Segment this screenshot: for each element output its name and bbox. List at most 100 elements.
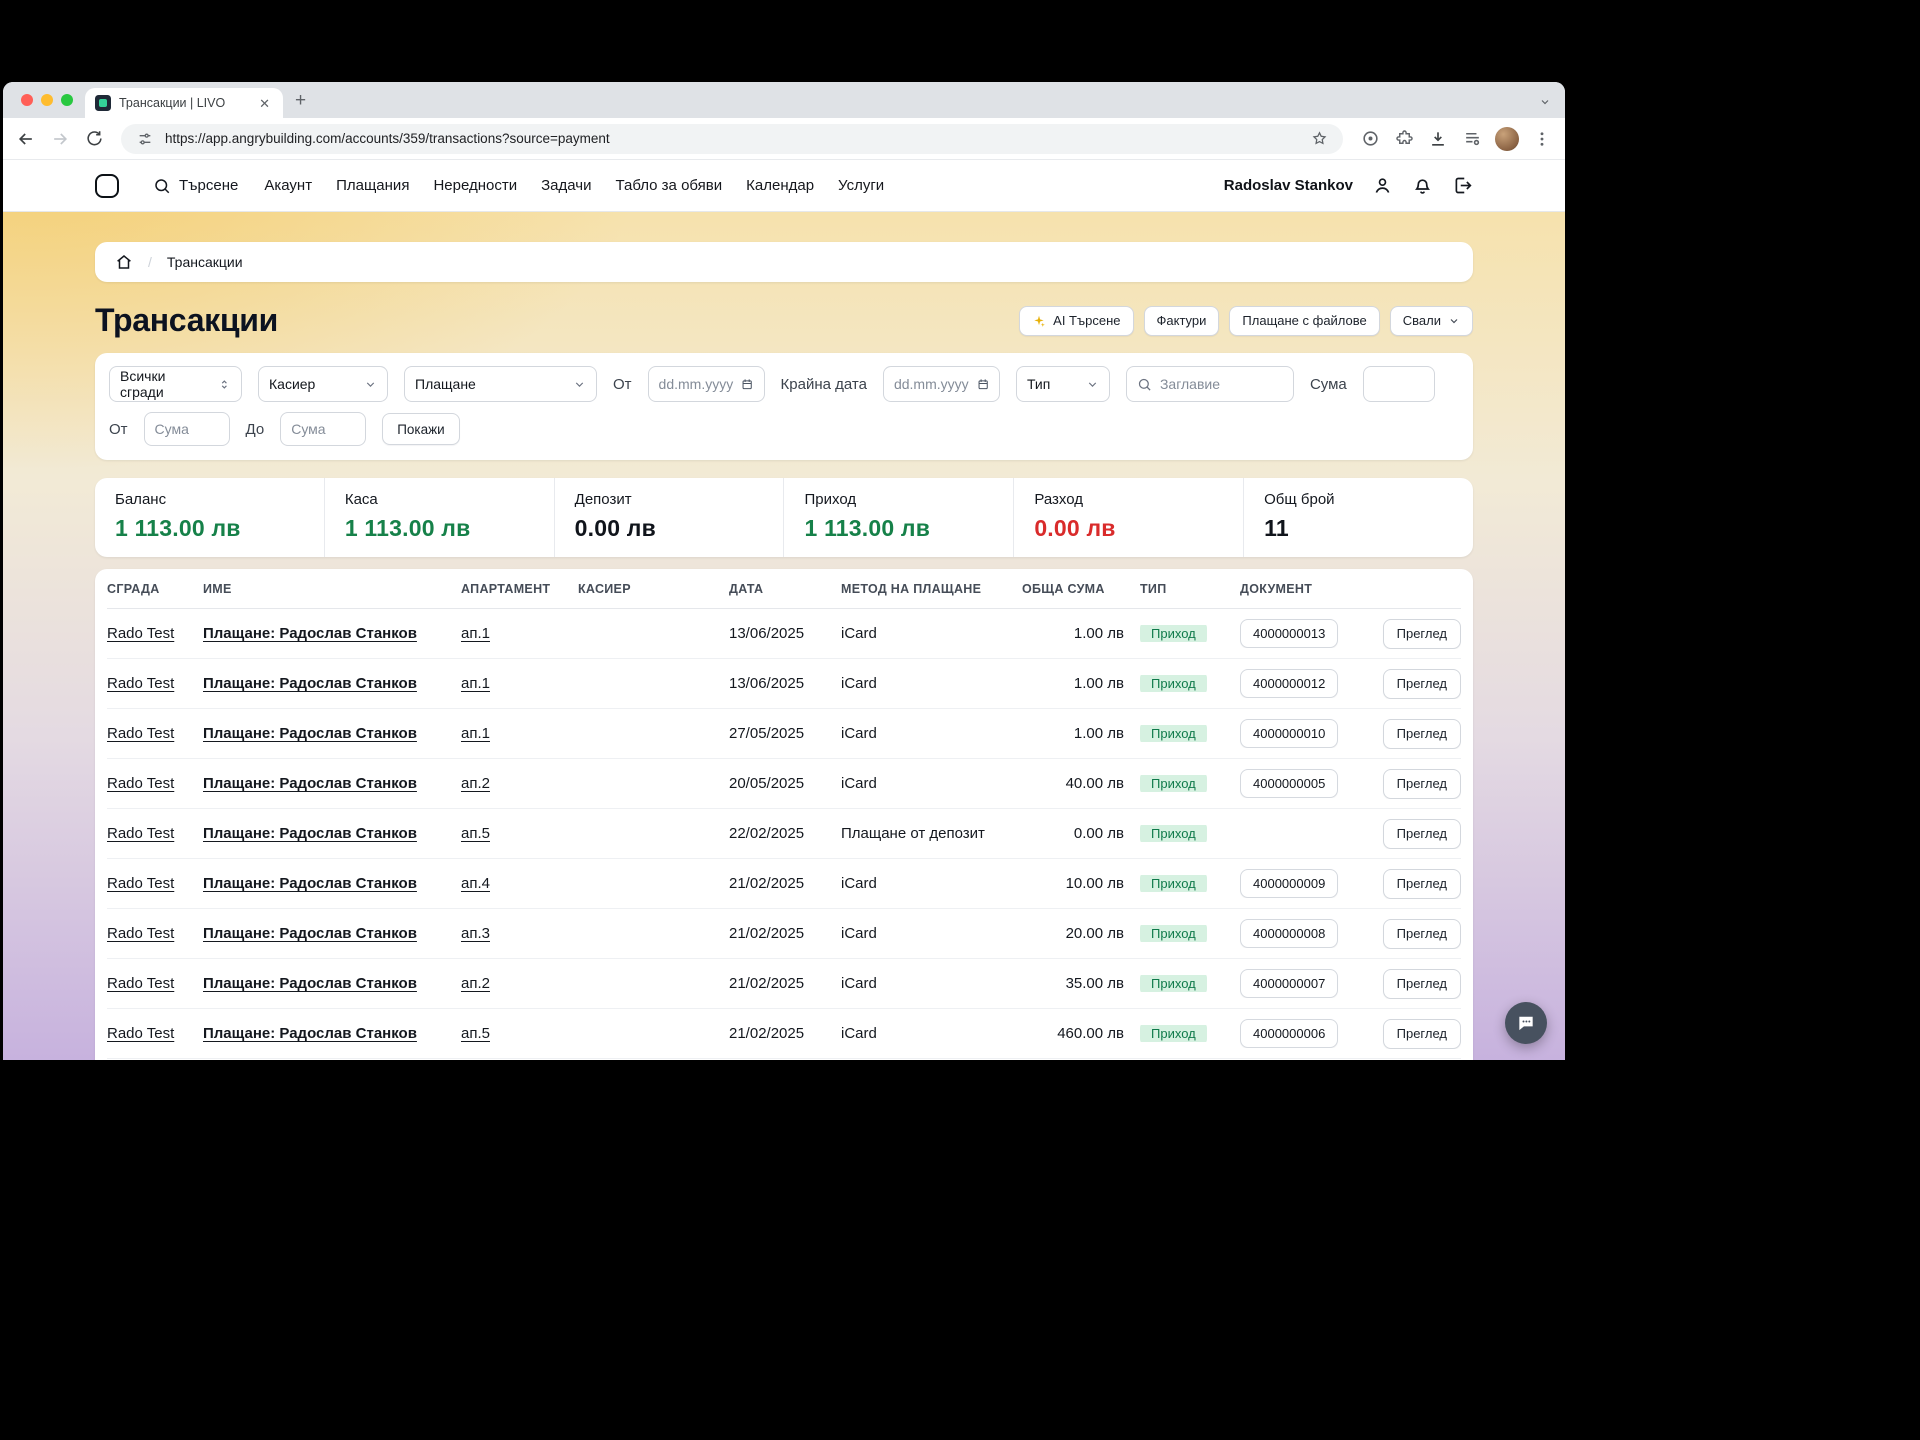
new-tab-button[interactable]: + xyxy=(295,91,306,110)
invoices-button[interactable]: Фактури xyxy=(1144,306,1220,336)
transaction-name-link[interactable]: Плащане: Радослав Станков xyxy=(203,675,417,692)
apartment-link[interactable]: ап.1 xyxy=(461,625,490,642)
tab-list-chevron-icon[interactable] xyxy=(1539,96,1551,108)
browser-menu-icon[interactable] xyxy=(1531,128,1553,150)
payment-filter-select[interactable]: Плащане xyxy=(404,366,597,402)
view-button[interactable]: Преглед xyxy=(1383,769,1461,799)
stat-cash: Каса 1 113.00 лв xyxy=(324,478,554,557)
transaction-name-link[interactable]: Плащане: Радослав Станков xyxy=(203,775,417,792)
ai-search-button[interactable]: AI Търсене xyxy=(1019,306,1133,336)
site-info-icon[interactable] xyxy=(134,128,156,150)
reload-icon[interactable] xyxy=(83,128,105,150)
pinned-extension-icon[interactable] xyxy=(1359,128,1381,150)
table-row: Rado Test Плащане: Радослав Станков ап.3… xyxy=(107,909,1461,959)
view-button[interactable]: Преглед xyxy=(1383,969,1461,999)
transaction-name-link[interactable]: Плащане: Радослав Станков xyxy=(203,725,417,742)
payment-files-button[interactable]: Плащане с файлове xyxy=(1229,306,1379,336)
profile-avatar[interactable] xyxy=(1495,127,1519,151)
nav-item-notice-board[interactable]: Табло за обяви xyxy=(616,177,723,194)
building-link[interactable]: Rado Test xyxy=(107,625,174,642)
forward-icon[interactable] xyxy=(49,128,71,150)
home-icon[interactable] xyxy=(115,253,133,271)
apartment-link[interactable]: ап.2 xyxy=(461,975,490,992)
nav-item-irregularities[interactable]: Нередности xyxy=(433,177,517,194)
download-button[interactable]: Свали xyxy=(1390,306,1473,336)
nav-item-services[interactable]: Услуги xyxy=(838,177,884,194)
building-link[interactable]: Rado Test xyxy=(107,675,174,692)
apartment-link[interactable]: ап.4 xyxy=(461,875,490,892)
building-link[interactable]: Rado Test xyxy=(107,825,174,842)
user-profile-icon[interactable] xyxy=(1372,175,1393,196)
type-badge: Приход xyxy=(1140,675,1207,692)
notifications-bell-icon[interactable] xyxy=(1412,175,1433,196)
downloads-icon[interactable] xyxy=(1427,128,1449,150)
tab-close-icon[interactable]: ✕ xyxy=(256,95,273,112)
bookmark-star-icon[interactable] xyxy=(1308,128,1330,150)
nav-item-tasks[interactable]: Задачи xyxy=(541,177,591,194)
maximize-window-button[interactable] xyxy=(61,94,73,106)
apartment-link[interactable]: ап.2 xyxy=(461,775,490,792)
type-filter-select[interactable]: Тип xyxy=(1016,366,1110,402)
title-search-input[interactable]: Заглавие xyxy=(1126,366,1294,402)
apartment-link[interactable]: ап.5 xyxy=(461,1025,490,1042)
show-button[interactable]: Покажи xyxy=(382,413,460,445)
apartment-link[interactable]: ап.3 xyxy=(461,925,490,942)
view-button[interactable]: Преглед xyxy=(1383,869,1461,899)
close-window-button[interactable] xyxy=(21,94,33,106)
document-chip[interactable]: 4000000013 xyxy=(1240,619,1338,648)
minimize-window-button[interactable] xyxy=(41,94,53,106)
nav-item-payments[interactable]: Плащания xyxy=(336,177,409,194)
view-button[interactable]: Преглед xyxy=(1383,619,1461,649)
building-link[interactable]: Rado Test xyxy=(107,925,174,942)
logout-icon[interactable] xyxy=(1452,175,1473,196)
browser-tab[interactable]: Трансакции | LIVO ✕ xyxy=(85,88,283,118)
apartment-link[interactable]: ап.1 xyxy=(461,725,490,742)
building-link[interactable]: Rado Test xyxy=(107,725,174,742)
document-chip[interactable]: 4000000012 xyxy=(1240,669,1338,698)
building-filter-value: Всички сгради xyxy=(120,368,210,400)
header-search[interactable]: Търсене xyxy=(153,177,238,195)
transaction-name-link[interactable]: Плащане: Радослав Станков xyxy=(203,875,417,892)
extensions-puzzle-icon[interactable] xyxy=(1393,128,1415,150)
document-chip[interactable]: 4000000009 xyxy=(1240,869,1338,898)
view-button[interactable]: Преглед xyxy=(1383,819,1461,849)
back-icon[interactable] xyxy=(15,128,37,150)
user-name[interactable]: Radoslav Stankov xyxy=(1224,177,1353,194)
url-text[interactable]: https://app.angrybuilding.com/accounts/3… xyxy=(165,131,1299,146)
view-button[interactable]: Преглед xyxy=(1383,669,1461,699)
amount-to-input[interactable]: Сума xyxy=(280,412,366,446)
view-button[interactable]: Преглед xyxy=(1383,1019,1461,1049)
media-controls-icon[interactable] xyxy=(1461,128,1483,150)
building-link[interactable]: Rado Test xyxy=(107,1025,174,1042)
column-header-date: ДАТА xyxy=(729,582,841,596)
chat-launcher-button[interactable] xyxy=(1505,1002,1547,1044)
transaction-name-link[interactable]: Плащане: Радослав Станков xyxy=(203,1025,417,1042)
amount-from-input[interactable]: Сума xyxy=(144,412,230,446)
amount-to-placeholder: Сума xyxy=(291,421,325,437)
amount-input[interactable] xyxy=(1363,366,1435,402)
view-button[interactable]: Преглед xyxy=(1383,919,1461,949)
app-logo[interactable] xyxy=(95,174,119,198)
apartment-link[interactable]: ап.1 xyxy=(461,675,490,692)
address-bar[interactable]: https://app.angrybuilding.com/accounts/3… xyxy=(121,124,1343,154)
transaction-name-link[interactable]: Плащане: Радослав Станков xyxy=(203,625,417,642)
document-chip[interactable]: 4000000005 xyxy=(1240,769,1338,798)
building-link[interactable]: Rado Test xyxy=(107,775,174,792)
document-chip[interactable]: 4000000010 xyxy=(1240,719,1338,748)
building-filter-select[interactable]: Всички сгради xyxy=(109,366,242,402)
end-date-input[interactable]: dd.mm.yyyy xyxy=(883,366,1000,402)
building-link[interactable]: Rado Test xyxy=(107,975,174,992)
document-chip[interactable]: 4000000007 xyxy=(1240,969,1338,998)
start-date-input[interactable]: dd.mm.yyyy xyxy=(648,366,765,402)
document-chip[interactable]: 4000000008 xyxy=(1240,919,1338,948)
nav-item-account[interactable]: Акаунт xyxy=(264,177,312,194)
transaction-name-link[interactable]: Плащане: Радослав Станков xyxy=(203,825,417,842)
transaction-name-link[interactable]: Плащане: Радослав Станков xyxy=(203,975,417,992)
document-chip[interactable]: 4000000006 xyxy=(1240,1019,1338,1048)
cashier-filter-select[interactable]: Касиер xyxy=(258,366,388,402)
transaction-name-link[interactable]: Плащане: Радослав Станков xyxy=(203,925,417,942)
nav-item-calendar[interactable]: Календар xyxy=(746,177,814,194)
view-button[interactable]: Преглед xyxy=(1383,719,1461,749)
building-link[interactable]: Rado Test xyxy=(107,875,174,892)
apartment-link[interactable]: ап.5 xyxy=(461,825,490,842)
